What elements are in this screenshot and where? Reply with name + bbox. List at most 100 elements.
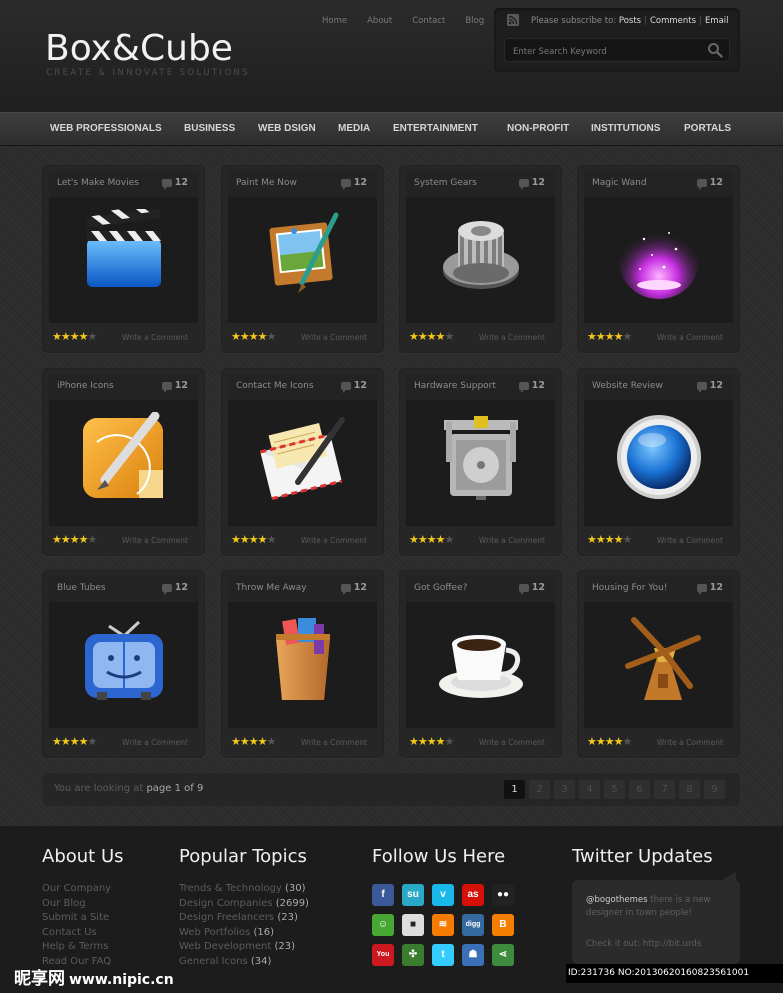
about-link[interactable]: Help & Terms [42,941,108,952]
star-filled-icon[interactable]: ★ [409,735,419,748]
card-title[interactable]: System Gears [414,178,477,188]
lastfm-icon[interactable]: as [462,884,484,906]
site-logo[interactable]: Box&Cube [45,28,233,69]
star-filled-icon[interactable]: ★ [70,533,80,546]
star-filled-icon[interactable]: ★ [258,533,268,546]
page-link[interactable]: 3 [554,780,575,799]
blogger-icon[interactable]: B [492,914,514,936]
star-filled-icon[interactable]: ★ [240,533,250,546]
star-filled-icon[interactable]: ★ [240,330,250,343]
star-filled-icon[interactable]: ★ [249,735,259,748]
about-link[interactable]: Our Blog [42,898,86,909]
page-link[interactable]: 7 [654,780,675,799]
star-rating[interactable]: ★★★★★ [409,735,455,748]
flickr-icon[interactable]: ●● [492,884,514,906]
star-filled-icon[interactable]: ★ [409,330,419,343]
wastebasket-icon[interactable] [258,614,348,704]
star-filled-icon[interactable]: ★ [596,330,606,343]
star-filled-icon[interactable]: ★ [52,330,62,343]
icon-card[interactable]: Hardware Support 12 ★★★★★ Write a Comment [399,368,562,556]
topnav-blog[interactable]: Blog [455,10,494,32]
about-link[interactable]: Submit a Site [42,912,109,923]
star-filled-icon[interactable]: ★ [427,330,437,343]
clapperboard-icon[interactable] [79,203,169,299]
rss-icon[interactable]: ≋ [432,914,454,936]
topic-link[interactable]: Web Development [179,941,271,952]
digg-icon[interactable]: digg [462,914,484,936]
star-empty-icon[interactable]: ★ [88,735,98,748]
star-filled-icon[interactable]: ★ [61,735,71,748]
page-link[interactable]: 8 [679,780,700,799]
card-title[interactable]: Throw Me Away [236,583,307,593]
star-filled-icon[interactable]: ★ [231,735,241,748]
write-comment-link[interactable]: Write a Comment [301,536,367,545]
cat-portals[interactable]: PORTALS [684,123,731,134]
page-link[interactable]: 2 [529,780,550,799]
star-rating[interactable]: ★★★★★ [587,533,632,546]
star-filled-icon[interactable]: ★ [587,735,597,748]
star-filled-icon[interactable]: ★ [587,533,597,546]
stumbleupon-icon[interactable]: su [402,884,424,906]
myspace-icon[interactable]: ☗ [462,944,484,966]
cat-media[interactable]: MEDIA [338,123,370,134]
star-filled-icon[interactable]: ★ [409,533,419,546]
cat-web-design[interactable]: WEB DSIGN [258,123,316,134]
write-comment-link[interactable]: Write a Comment [657,536,723,545]
star-filled-icon[interactable]: ★ [436,735,446,748]
write-comment-link[interactable]: Write a Comment [657,738,723,747]
speaker-orb-icon[interactable] [614,412,704,502]
card-title[interactable]: Let's Make Movies [57,178,139,188]
icon-card[interactable]: Let's Make Movies 12 ★★★★★ Write a Comment [42,165,205,353]
icon-card[interactable]: Throw Me Away 12 ★★★★★ Write a Comment [221,570,384,758]
rss-icon[interactable] [507,14,519,26]
icon-card[interactable]: Housing For You! 12 ★★★★★ Write a Comment [577,570,740,758]
star-filled-icon[interactable]: ★ [427,533,437,546]
star-filled-icon[interactable]: ★ [231,533,241,546]
windmill-icon[interactable] [614,614,704,704]
star-filled-icon[interactable]: ★ [70,330,80,343]
star-filled-icon[interactable]: ★ [79,533,89,546]
star-filled-icon[interactable]: ★ [70,735,80,748]
card-title[interactable]: Magic Wand [592,178,647,188]
star-filled-icon[interactable]: ★ [418,735,428,748]
icon-card[interactable]: iPhone Icons 12 ★★★★★ Write a Comment [42,368,205,556]
twitter-icon[interactable]: t [432,944,454,966]
icon-card[interactable]: System Gears 12 ★★★★★ Write a Comment [399,165,562,353]
star-empty-icon[interactable]: ★ [88,533,98,546]
youtube-icon[interactable]: You [372,944,394,966]
magic-sparkle-icon[interactable] [614,209,704,299]
star-filled-icon[interactable]: ★ [614,735,624,748]
tweet-handle[interactable]: @bogothemes [586,895,648,905]
star-filled-icon[interactable]: ★ [52,533,62,546]
star-empty-icon[interactable]: ★ [267,735,277,748]
star-filled-icon[interactable]: ★ [596,735,606,748]
paint-canvas-icon[interactable] [258,209,348,299]
cat-non-profit[interactable]: NON-PROFIT [507,123,569,134]
cat-entertainment[interactable]: ENTERTAINMENT [393,123,478,134]
card-title[interactable]: Blue Tubes [57,583,106,593]
page-link[interactable]: 4 [579,780,600,799]
star-rating[interactable]: ★★★★★ [231,533,277,546]
star-filled-icon[interactable]: ★ [231,330,241,343]
star-filled-icon[interactable]: ★ [418,533,428,546]
about-link[interactable]: Our Company [42,883,111,894]
evernote-icon[interactable]: ✣ [402,944,424,966]
star-empty-icon[interactable]: ★ [267,533,277,546]
cat-institutions[interactable]: INSTITUTIONS [591,123,660,134]
page-link[interactable]: 6 [629,780,650,799]
card-title[interactable]: Hardware Support [414,381,496,391]
chat-icon[interactable]: ☺ [372,914,394,936]
star-rating[interactable]: ★★★★★ [409,330,454,343]
write-comment-link[interactable]: Write a Comment [657,333,723,342]
star-filled-icon[interactable]: ★ [258,330,268,343]
star-filled-icon[interactable]: ★ [605,330,615,343]
star-filled-icon[interactable]: ★ [52,735,62,748]
star-rating[interactable]: ★★★★★ [52,533,98,546]
topic-link[interactable]: General Icons [179,956,248,967]
facebook-icon[interactable]: f [372,884,394,906]
star-filled-icon[interactable]: ★ [605,533,615,546]
tweet-link[interactable]: Check it out: http://bit.urds [586,938,731,951]
topic-link[interactable]: Web Portfolios [179,927,250,938]
star-empty-icon[interactable]: ★ [445,735,455,748]
gear-icon[interactable] [436,209,526,299]
